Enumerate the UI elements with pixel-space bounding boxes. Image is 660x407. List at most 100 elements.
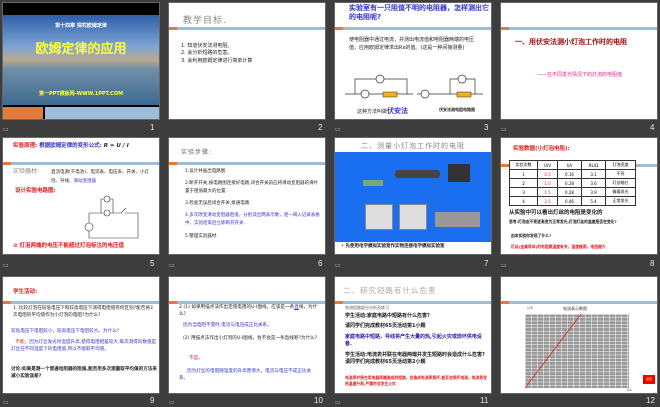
slide-number: 1 [150, 123, 155, 132]
circuit-diagram [84, 195, 139, 239]
slide-thumbnail-1[interactable]: 第十四章 探究欧姆定律 欧姆定律的应用 第一PPT模板网-WWW.1PPT.CO… [2, 2, 160, 120]
method-name: 伏安法 [387, 107, 409, 115]
slide-number: 10 [314, 396, 323, 405]
method-text: 这种方法叫做伏安法 [357, 106, 408, 116]
orange-block [3, 107, 43, 119]
slide-transition-icon[interactable]: ▭ [169, 262, 175, 269]
objective-list: 1. 知道伏安法测电阻。 2. 会分析短路的危害。 3. 会利用欧姆定律进行简单… [181, 43, 252, 65]
subheading: 电流短路部分分析及练习 [345, 305, 389, 310]
slide-transition-icon[interactable]: ▭ [3, 126, 9, 133]
note-label: 先使用电学模拟实验室作实物连接电学模拟实验室 [345, 244, 445, 249]
divider-bar [3, 301, 159, 304]
paragraph-3: 家庭电路中短路，导线将产生大量的热,引起火灾或烧坏供电设备. [345, 334, 482, 348]
paragraph-5: 电流表并接在用电器两端造成的短路，会造成电流表损坏,甚至会损坏电源。电流表发热温… [345, 375, 487, 386]
header-cell: U/V [537, 160, 558, 170]
table-row: 2 1.0 0.28 3.6 灯丝暗红 [509, 178, 636, 188]
discussion-text: 讨论:如果是测一个普通电阻器的阻值,能否用多次测量取平均值的方法来减小实验误差? [11, 367, 157, 379]
slide-title: 欧姆定律的应用 [35, 42, 127, 57]
return-button[interactable]: 返回 [643, 375, 655, 384]
table-row: 3 1.5 0.28 3.9 微弱发光 [509, 187, 636, 197]
principle-text: 根据欧姆定律的变形公式: [39, 143, 102, 149]
slide-title: 实验步骤: [181, 149, 213, 156]
paragraph-1: 学生活动:家庭电路中短路有什么危害? [345, 313, 430, 319]
header-cell: 灯泡亮度 [605, 160, 636, 170]
slide-title: 学生活动: [13, 289, 38, 295]
step-item: 1.设计并画出电路图. [185, 169, 227, 174]
question-1: 思考:灯泡由不亮逐渐变为正常发光,灯泡灯丝的温度是否在变化? [509, 219, 617, 224]
conclusion-text: 从实验中可以看出灯丝的电阻是变化的 [509, 210, 603, 216]
slide-transition-icon[interactable]: ▭ [335, 126, 341, 133]
warning-text: ⊘ 灯泡两端的电压不能超过灯泡标注的电压值 [13, 243, 124, 251]
divider-bar [501, 301, 657, 304]
header-cell: RL/Ω [581, 160, 606, 170]
header-cell: I/A [557, 160, 582, 170]
slide-transition-icon[interactable]: ▭ [3, 262, 9, 269]
slide-transition-icon[interactable]: ▭ [501, 262, 507, 269]
equipment-highlight: 滑动变阻器 [73, 178, 97, 184]
answer-text: 灯丝(金属导体)的电阻跟温度有关，温度越高，电阻越大 [511, 244, 606, 249]
slide-transition-icon[interactable]: ▭ [3, 399, 9, 406]
note-text: • 先使用电学模拟实验室作实物连接电学模拟实验室 [341, 244, 445, 249]
slide-thumbnail-11[interactable]: 二、研究短路有什么危害 电流短路部分分析及练习 学生活动:家庭电路中短路有什么危… [334, 276, 492, 394]
paragraph-4: 学生活动:电流表并联在电器两端并发生短路时会造成什么危害?请同学们完成教材65页… [345, 352, 485, 366]
x-axis-label: I/A [627, 388, 632, 392]
method-prefix: 这种方法叫做 [357, 109, 388, 115]
blue-block [45, 107, 159, 119]
chart-title: 电流表示数图 [563, 306, 587, 311]
slide-number: 4 [650, 123, 655, 132]
question-2: (2) 用描点法作出小灯泡的U-I图线，会不会是一条直线呢?为什么? [183, 336, 318, 341]
divider-bar [169, 301, 325, 304]
slide-thumbnail-9[interactable]: 学生活动: 1. 比较灯泡在较低电压下和较高电压下测得电阻值有何区别?能否将3次… [2, 276, 160, 394]
question-text: 1. 比较灯泡在较低电压下和较高电压下测得电阻值有何区别?能否将3次电阻的平均值… [13, 306, 153, 318]
slide-transition-icon[interactable]: ▭ [169, 399, 175, 406]
slide-thumbnail-8[interactable]: 实验数据(小灯泡电阻): 实验次数 U/V I/A RL/Ω 灯泡亮度 1 0.5… [500, 137, 658, 255]
slide-number: 12 [646, 396, 655, 405]
slide-thumbnail-5[interactable]: 实验原理: 根据欧姆定律的变形公式: R = U / I 实验器材: 直流电源(… [2, 137, 160, 255]
principle-line: 实验原理: 根据欧姆定律的变形公式: R = U / I [13, 143, 129, 151]
slide-transition-icon[interactable]: ▭ [501, 126, 507, 133]
slide-title: 实验数据(小灯泡电阻): [513, 146, 570, 152]
slide-thumbnail-12[interactable]: U/V 电流表示数图 I/A 返回 [500, 276, 658, 394]
chapter-label: 第十四章 探究欧姆定律 [55, 23, 107, 29]
design-label: 设计实验电路图: [15, 188, 56, 194]
slide-transition-icon[interactable]: ▭ [335, 262, 341, 269]
slide-thumbnail-7[interactable]: 二、测量小灯泡工作时的电阻 • 先使用电学模拟实验室作实物连接电学模拟实验室 [334, 137, 492, 255]
site-label: 第一PPT模板网-WWW.1PPT.COM [38, 91, 124, 97]
slide-transition-icon[interactable]: ▭ [335, 399, 341, 406]
grid-chart [525, 314, 629, 388]
divider-bar [169, 162, 325, 165]
steps-list: 1.设计并画出电路图. 2.断开开关,按电路图连接好电路,闭合开关前应将滑动变阻… [185, 168, 321, 241]
divider-bar [3, 162, 159, 165]
step-item: 2.断开开关,按电路图连接好电路,闭合开关前应将滑动变阻器的滑片置于阻值最大的位… [185, 181, 319, 195]
divider-bar [169, 27, 325, 30]
slide-title: 二、研究短路有什么危害 [343, 286, 437, 295]
slide-thumbnail-2[interactable]: 教学目标. 1. 知道伏安法测电阻。 2. 会分析短路的危害。 3. 会利用欧姆… [168, 2, 326, 120]
data-line [525, 314, 582, 388]
slide-number: 5 [150, 259, 155, 268]
slide-number: 11 [480, 396, 489, 405]
section-subheading: ——在不同发光情况下的灯泡的电阻值 [537, 72, 623, 78]
paragraph-2: 请同学们完成教材65页活动第1小题 [345, 323, 426, 329]
answer-1: 因为当电阻不变时,电流与电压成正比关系。 [183, 323, 272, 328]
list-item: 3. 会利用欧姆定律进行简单计算 [181, 57, 253, 64]
circuit-diagrams [345, 74, 483, 99]
slide-title: 二、测量小灯泡工作时的电阻 [361, 142, 465, 150]
formula: R = U / I [103, 143, 129, 149]
slide-thumbnail-4[interactable]: 一、用伏安法测小灯泡工作时的电阻 ——在不同发光情况下的灯泡的电阻值 [500, 2, 658, 120]
body-text: 使电阻器中通过电流，并测出电流值和电阻器两端的电压值，应用欧姆定律求出Rx的值。… [349, 37, 475, 51]
slide-thumbnail-3[interactable]: 实验室有一只阻值不明的电阻器，怎样测出它的电阻呢? 使电阻器中通过电流，并测出电… [334, 2, 492, 120]
answer-no: 不是。 [189, 356, 203, 361]
table-row: 1 0.5 0.16 3.1 不亮 [509, 169, 636, 179]
equipment-text: 直流电源(干电池)、电流表、电压表、开关、小灯泡、导线、 [51, 170, 150, 184]
slide-title: 教学目标. [183, 16, 227, 26]
slide-number: 8 [650, 259, 655, 268]
table-row: 4 2.5 0.46 5.4 正常发光 [509, 196, 636, 206]
equipment-list: 直流电源(干电池)、电流表、电压表、开关、小灯泡、导线、滑动变阻器 [51, 169, 157, 186]
data-table: 实验次数 U/V I/A RL/Ω 灯泡亮度 1 0.5 0.16 3.1 不亮 2 1.… [509, 160, 636, 206]
slide-thumbnail-10[interactable]: 2.(1) 如果用描点法作出定值电阻的U-I图线，应该是一条直线，为什么? 因为… [168, 276, 326, 394]
answer-2: 不能。因为灯丝发光时温度升高,使得电阻相差较大,每次测得的数值是灯丝在不同温度下… [11, 340, 157, 352]
answer-1: 较低电压下电阻较小，较高电压下电阻较大。为什么? [11, 329, 120, 334]
equipment-label: 实验器材: [13, 168, 40, 175]
slide-number: 7 [484, 259, 489, 268]
slide-thumbnail-6[interactable]: 实验步骤: 1.设计并画出电路图. 2.断开开关,按电路图连接好电路,闭合开关前… [168, 137, 326, 255]
